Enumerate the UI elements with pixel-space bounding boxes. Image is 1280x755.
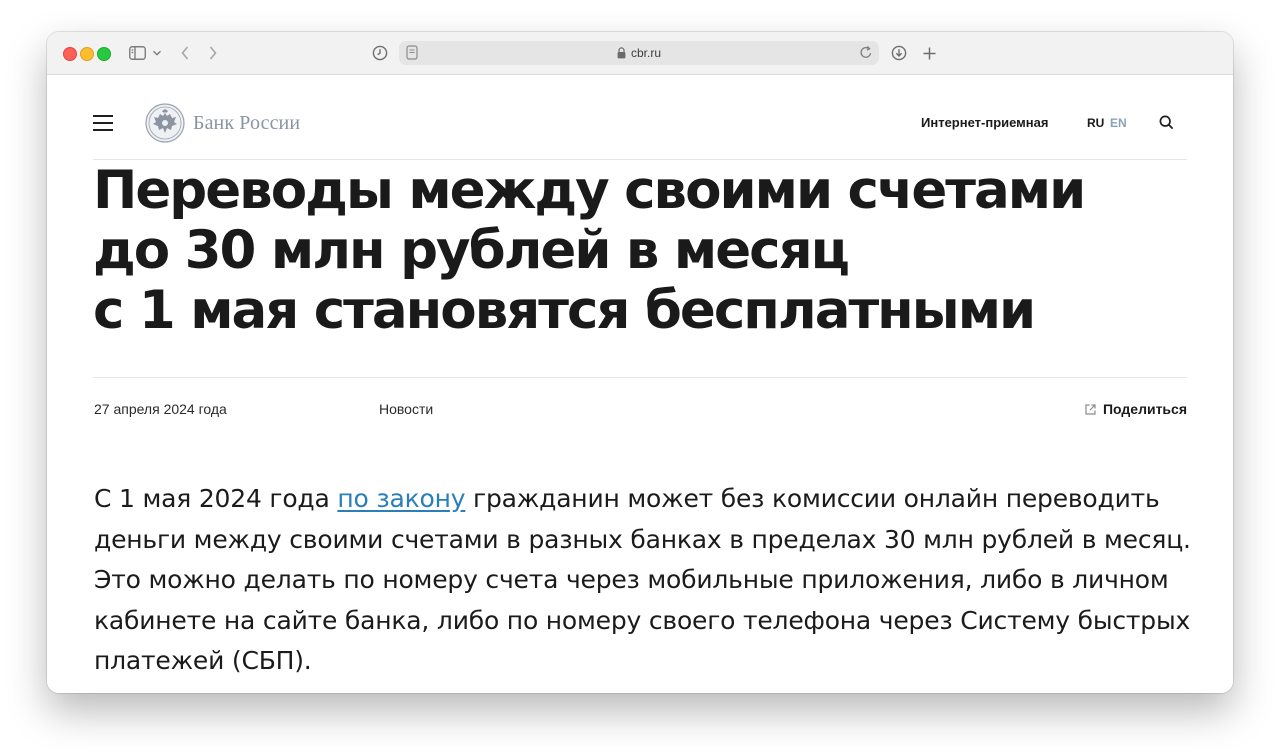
address-bar[interactable]: cbr.ru xyxy=(399,41,879,65)
zoom-window-button[interactable] xyxy=(97,47,111,61)
double-headed-eagle-emblem-icon xyxy=(145,103,185,143)
title-line-1: Переводы между своими счетами xyxy=(93,160,1086,221)
forward-button[interactable] xyxy=(203,41,223,65)
meta-divider xyxy=(93,377,1187,378)
downloads-button[interactable] xyxy=(889,41,909,65)
lock-icon xyxy=(617,47,626,59)
back-button[interactable] xyxy=(175,41,195,65)
web-page: Банк России Интернет-приемная RU EN Пере… xyxy=(47,75,1233,693)
chevron-down-icon xyxy=(152,50,161,56)
law-link[interactable]: по закону xyxy=(337,484,465,513)
title-line-3: с 1 мая становятся бесплатными xyxy=(93,280,1036,341)
article-date: 27 апреля 2024 года xyxy=(94,401,227,417)
browser-window: cbr.ru Банк России Интернет-приемная RU … xyxy=(47,32,1233,693)
history-button[interactable] xyxy=(370,41,390,65)
site-header: Банк России Интернет-приемная RU EN xyxy=(93,75,1187,160)
internet-reception-link[interactable]: Интернет-приемная xyxy=(921,115,1048,130)
plus-icon xyxy=(923,47,935,59)
new-tab-button[interactable] xyxy=(919,41,939,65)
close-window-button[interactable] xyxy=(63,47,77,61)
body-line-5: платежей (СБП). xyxy=(94,646,312,675)
chevron-left-icon xyxy=(181,46,189,60)
sidebar-toggle-button[interactable] xyxy=(125,41,165,65)
browser-toolbar: cbr.ru xyxy=(47,32,1233,75)
url-text: cbr.ru xyxy=(630,46,661,60)
logo-text: Банк России xyxy=(193,111,301,134)
clock-icon xyxy=(372,45,388,61)
sidebar-icon xyxy=(128,46,146,60)
article-body: С 1 мая 2024 года по закону гражданин мо… xyxy=(94,479,1194,682)
article-title: Переводы между своими счетами до 30 млн … xyxy=(93,161,1093,341)
share-icon xyxy=(1085,403,1096,415)
article-category-link[interactable]: Новости xyxy=(379,401,433,417)
lang-ru-link[interactable]: RU xyxy=(1087,116,1104,130)
minimize-window-button[interactable] xyxy=(80,47,94,61)
body-line-3: Это можно делать по номеру счета через м… xyxy=(94,565,1169,594)
body-line-1: С 1 мая 2024 года по закону гражданин мо… xyxy=(94,484,1160,513)
chevron-right-icon xyxy=(209,46,217,60)
lang-en-link[interactable]: EN xyxy=(1110,116,1127,130)
site-logo[interactable]: Банк России xyxy=(145,103,300,143)
title-line-2: до 30 млн рублей в месяц xyxy=(93,220,850,281)
reload-button[interactable] xyxy=(859,45,873,65)
download-icon xyxy=(891,45,907,61)
url-display[interactable]: cbr.ru xyxy=(399,41,879,65)
body-line-2: деньги между своими счетами в разных бан… xyxy=(94,524,1191,554)
share-button[interactable]: Поделиться xyxy=(1085,401,1187,417)
hamburger-menu-icon[interactable] xyxy=(93,115,113,131)
search-icon[interactable] xyxy=(1159,115,1174,135)
share-label: Поделиться xyxy=(1102,401,1187,417)
reload-icon xyxy=(860,45,872,58)
body-line-4: кабинете на сайте банка, либо по номеру … xyxy=(94,605,1191,635)
